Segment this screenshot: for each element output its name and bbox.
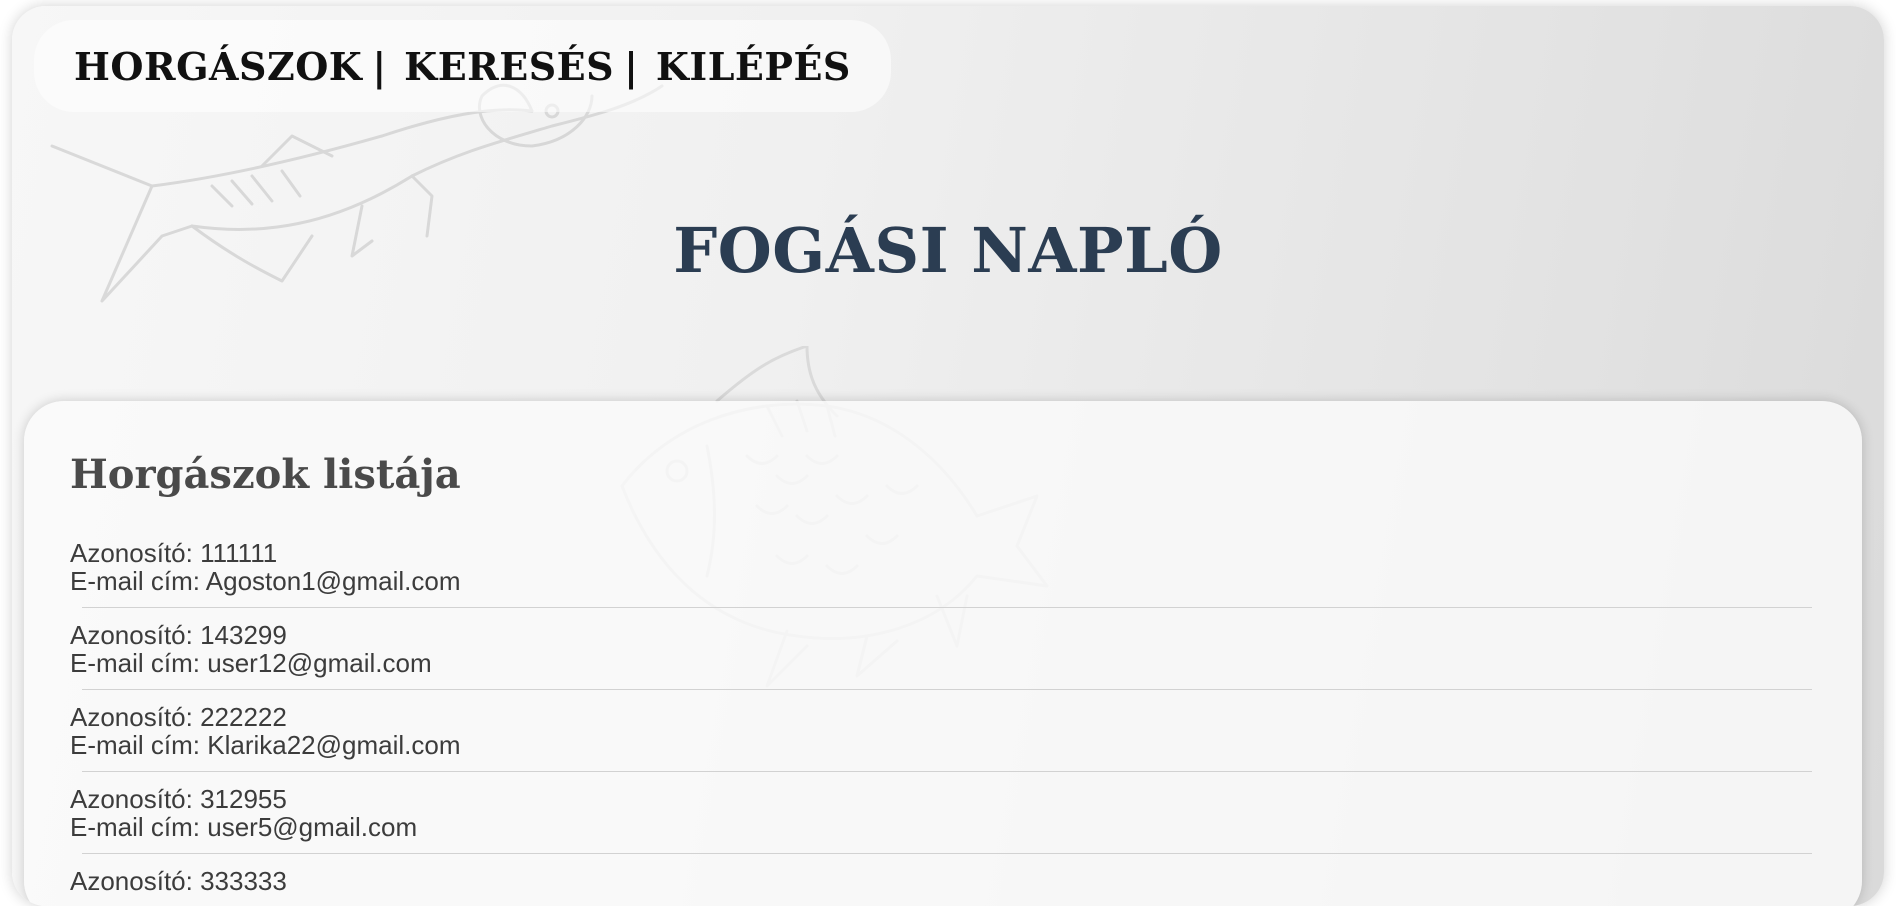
- anglers-list: Azonosító: 111111 E-mail cím: Agoston1@g…: [70, 539, 1830, 906]
- divider: [82, 771, 1812, 772]
- list-item: Azonosító: 143299 E-mail cím: user12@gma…: [70, 621, 1830, 703]
- anglers-list-card: Horgászok listája Azonosító: 111111 E-ma…: [24, 401, 1862, 906]
- angler-email-value: Klarika22@gmail.com: [207, 730, 461, 760]
- page-title: FOGÁSI NAPLÓ: [673, 214, 1223, 287]
- angler-id-row: Azonosító: 111111: [70, 538, 278, 568]
- angler-id-value: 222222: [200, 702, 287, 732]
- angler-id-value: 333333: [200, 866, 287, 896]
- divider: [82, 853, 1812, 854]
- angler-email-row: E-mail cím: Klarika22@gmail.com: [70, 730, 461, 760]
- list-item: Azonosító: 111111 E-mail cím: Agoston1@g…: [70, 539, 1830, 621]
- nav-link-logout[interactable]: KILÉPÉS: [656, 44, 851, 89]
- nav-link-anglers[interactable]: HORGÁSZOK: [74, 44, 362, 89]
- divider: [82, 607, 1812, 608]
- angler-id-value: 312955: [200, 784, 287, 814]
- list-item: Azonosító: 312955 E-mail cím: user5@gmai…: [70, 785, 1830, 867]
- angler-id-row: Azonosító: 333333: [70, 866, 287, 896]
- angler-email-value: Agoston1@gmail.com: [205, 566, 461, 596]
- list-item: Azonosító: 333333: [70, 867, 1830, 906]
- app-window: HORGÁSZOK | KERESÉS | KILÉPÉS FOGÁSI NAP…: [12, 6, 1884, 906]
- angler-id-row: Azonosító: 222222: [70, 702, 287, 732]
- angler-email-row: E-mail cím: Agoston1@gmail.com: [70, 566, 461, 596]
- card-title: Horgászok listája: [70, 451, 461, 498]
- nav-separator: |: [372, 43, 387, 89]
- list-item: Azonosító: 222222 E-mail cím: Klarika22@…: [70, 703, 1830, 785]
- nav-separator: |: [624, 43, 638, 89]
- angler-email-value: user5@gmail.com: [207, 812, 418, 842]
- nav-link-search[interactable]: KERESÉS: [404, 44, 614, 89]
- top-navigation: HORGÁSZOK | KERESÉS | KILÉPÉS: [34, 20, 891, 112]
- angler-email-row: E-mail cím: user5@gmail.com: [70, 812, 418, 842]
- divider: [82, 689, 1812, 690]
- angler-id-value: 111111: [200, 538, 278, 568]
- angler-email-value: user12@gmail.com: [207, 648, 432, 678]
- angler-id-row: Azonosító: 312955: [70, 784, 287, 814]
- angler-id-value: 143299: [200, 620, 287, 650]
- angler-email-row: E-mail cím: user12@gmail.com: [70, 648, 432, 678]
- angler-id-row: Azonosító: 143299: [70, 620, 287, 650]
